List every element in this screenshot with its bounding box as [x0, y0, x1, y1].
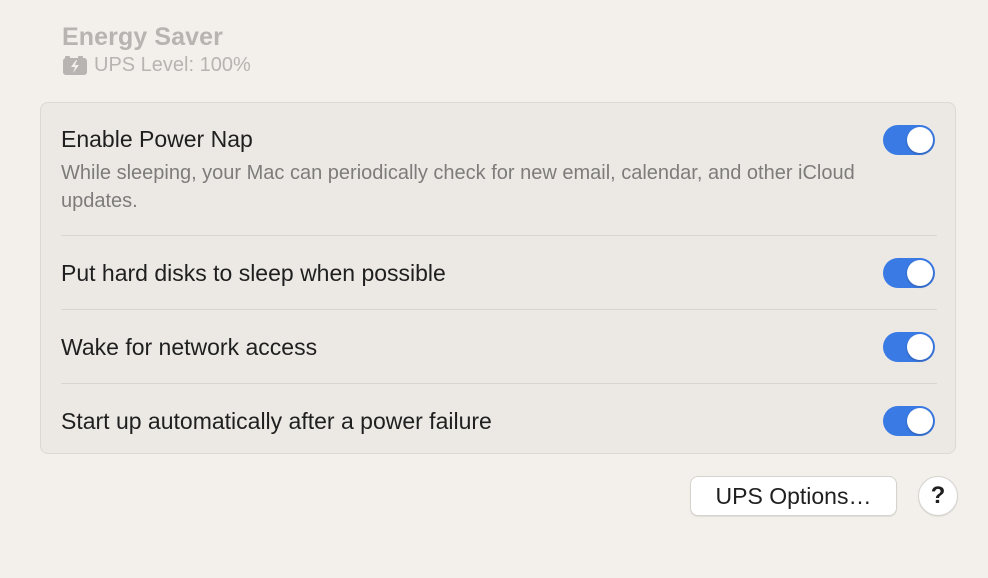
setting-label-hard-disks-sleep: Put hard disks to sleep when possible	[61, 260, 446, 286]
setting-label-wake-network: Wake for network access	[61, 334, 318, 360]
help-button[interactable]: ?	[918, 476, 958, 516]
toggle-hard-disks-sleep[interactable]	[883, 258, 935, 288]
setting-row-power-nap: Enable Power Nap While sleeping, your Ma…	[61, 125, 935, 215]
toggle-power-nap[interactable]	[883, 125, 935, 155]
setting-row-hard-disks-sleep: Put hard disks to sleep when possible	[61, 258, 935, 288]
page-title: Energy Saver	[62, 23, 224, 51]
header: Energy Saver UPS Level: 100%	[62, 22, 251, 77]
ups-level-status: UPS Level: 100%	[62, 53, 251, 77]
divider	[61, 309, 937, 310]
ups-level-label: UPS Level: 100%	[94, 54, 251, 76]
setting-description-power-nap: While sleeping, your Mac can periodicall…	[61, 162, 855, 212]
divider	[61, 235, 937, 236]
toggle-knob	[907, 408, 933, 434]
battery-charging-icon	[62, 54, 90, 76]
setting-row-wake-network: Wake for network access	[61, 332, 935, 362]
settings-panel: Enable Power Nap While sleeping, your Ma…	[40, 102, 956, 454]
toggle-wake-network[interactable]	[883, 332, 935, 362]
setting-row-startup-power-failure: Start up automatically after a power fai…	[61, 406, 935, 436]
ups-options-button[interactable]: UPS Options…	[690, 476, 897, 516]
setting-label-startup-power-failure: Start up automatically after a power fai…	[61, 408, 492, 434]
divider	[61, 383, 937, 384]
toggle-knob	[907, 334, 933, 360]
toggle-startup-power-failure[interactable]	[883, 406, 935, 436]
toggle-knob	[907, 127, 933, 153]
toggle-knob	[907, 260, 933, 286]
setting-label-power-nap: Enable Power Nap	[61, 126, 253, 152]
